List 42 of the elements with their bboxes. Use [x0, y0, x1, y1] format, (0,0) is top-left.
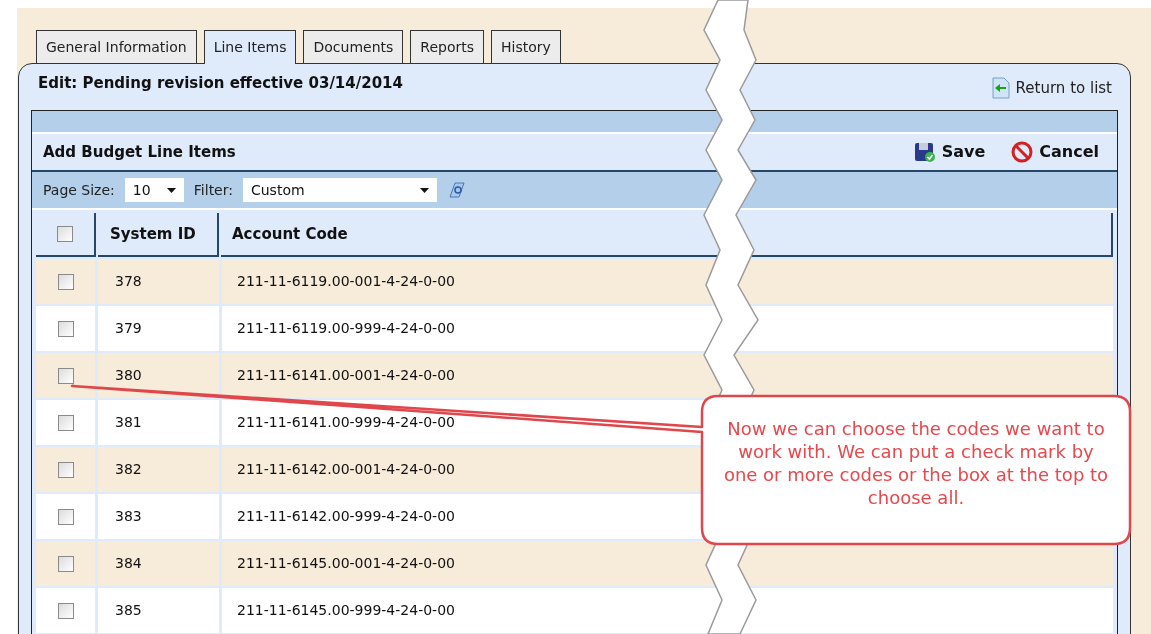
checkbox[interactable] — [57, 555, 74, 572]
panel-title: Edit: Pending revision effective 03/14/2014 — [38, 73, 403, 94]
no-entry-icon — [1011, 141, 1034, 163]
table-cell: 211-11-6119.00-001-4-24-0-00 — [222, 259, 1113, 304]
table-cell: 380 — [98, 353, 219, 398]
caret-icon — [419, 187, 429, 193]
tab[interactable]: History — [491, 30, 561, 63]
back-arrow-icon — [991, 77, 1010, 100]
table-cell: 381 — [98, 400, 219, 445]
cancel-button[interactable]: Cancel — [1011, 140, 1099, 164]
checkbox[interactable] — [57, 461, 74, 478]
checkbox[interactable] — [57, 414, 74, 431]
caret-icon — [166, 187, 176, 193]
checkbox[interactable] — [57, 602, 74, 619]
table-cell: 382 — [98, 447, 219, 492]
page-size-label: Page Size: — [43, 180, 115, 200]
table-cell: 211-11-6141.00-001-4-24-0-00 — [222, 353, 1113, 398]
grid-title: Add Budget Line Items — [43, 141, 236, 163]
column-header[interactable]: System ID — [98, 213, 219, 257]
table-cell: 211-11-6119.00-999-4-24-0-00 — [222, 306, 1113, 351]
filter-dropdown[interactable]: Custom — [242, 178, 437, 202]
tab[interactable]: Line Items — [203, 30, 297, 64]
page-size-dropdown[interactable]: 10 — [124, 178, 184, 202]
table-cell: 383 — [98, 494, 219, 539]
table-cell: 378 — [98, 259, 219, 304]
checkbox[interactable] — [57, 320, 74, 337]
checkbox[interactable] — [57, 226, 73, 242]
table-cell: 379 — [98, 306, 219, 351]
return-to-list-link[interactable]: Return to list — [991, 77, 1112, 100]
callout-text: Now we can choose the codes we want to work with. We can put a check mark by one or more codes or the box at the top to choose all. — [722, 417, 1110, 509]
table-cell: 211-11-6145.00-999-4-24-0-00 — [222, 588, 1113, 633]
filter-label: Filter: — [193, 180, 233, 200]
tab[interactable]: General Information — [36, 30, 197, 63]
table-cell: 385 — [98, 588, 219, 633]
save-button[interactable]: Save — [913, 140, 986, 164]
checkbox[interactable] — [57, 508, 74, 525]
tab[interactable]: Documents — [303, 30, 404, 63]
tab[interactable]: Reports — [410, 30, 484, 63]
clear-filter-icon[interactable] — [446, 180, 467, 200]
checkbox[interactable] — [57, 367, 74, 384]
table-cell: 384 — [98, 541, 219, 586]
checkbox[interactable] — [57, 273, 74, 290]
